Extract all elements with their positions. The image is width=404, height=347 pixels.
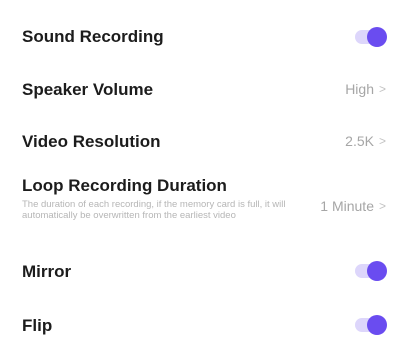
chevron-right-icon: > — [378, 82, 386, 96]
setting-row-sound-recording[interactable]: Sound Recording — [0, 18, 404, 56]
sound-recording-toggle[interactable] — [355, 27, 387, 47]
toggle-knob — [367, 27, 387, 47]
settings-panel: Sound Recording Speaker Volume High > Vi… — [0, 0, 404, 347]
sound-recording-label: Sound Recording — [22, 27, 164, 46]
video-resolution-value-group: 2.5K > — [345, 133, 386, 149]
loop-recording-value: 1 Minute — [320, 198, 374, 214]
toggle-knob — [367, 315, 387, 335]
flip-toggle[interactable] — [355, 315, 387, 335]
chevron-right-icon: > — [378, 134, 386, 148]
chevron-right-icon: > — [378, 199, 386, 213]
video-resolution-value: 2.5K — [345, 133, 374, 149]
loop-recording-duration-label: Loop Recording Duration — [22, 176, 227, 195]
speaker-volume-value-group: High > — [345, 81, 386, 97]
speaker-volume-label: Speaker Volume — [22, 80, 154, 99]
mirror-label: Mirror — [22, 262, 72, 281]
speaker-volume-value: High — [345, 81, 374, 97]
setting-row-speaker-volume[interactable]: Speaker Volume High > — [0, 72, 404, 108]
video-resolution-label: Video Resolution — [22, 132, 161, 151]
setting-row-video-resolution[interactable]: Video Resolution 2.5K > — [0, 124, 404, 160]
setting-row-flip[interactable]: Flip — [0, 308, 404, 344]
toggle-knob — [367, 261, 387, 281]
loop-recording-value-group: 1 Minute > — [320, 198, 386, 214]
setting-row-mirror[interactable]: Mirror — [0, 254, 404, 290]
mirror-toggle[interactable] — [355, 261, 387, 281]
setting-row-loop-recording-duration[interactable]: Loop Recording Duration The duration of … — [0, 172, 404, 242]
loop-recording-description: The duration of each recording, if the m… — [22, 199, 286, 221]
flip-label: Flip — [22, 316, 53, 335]
